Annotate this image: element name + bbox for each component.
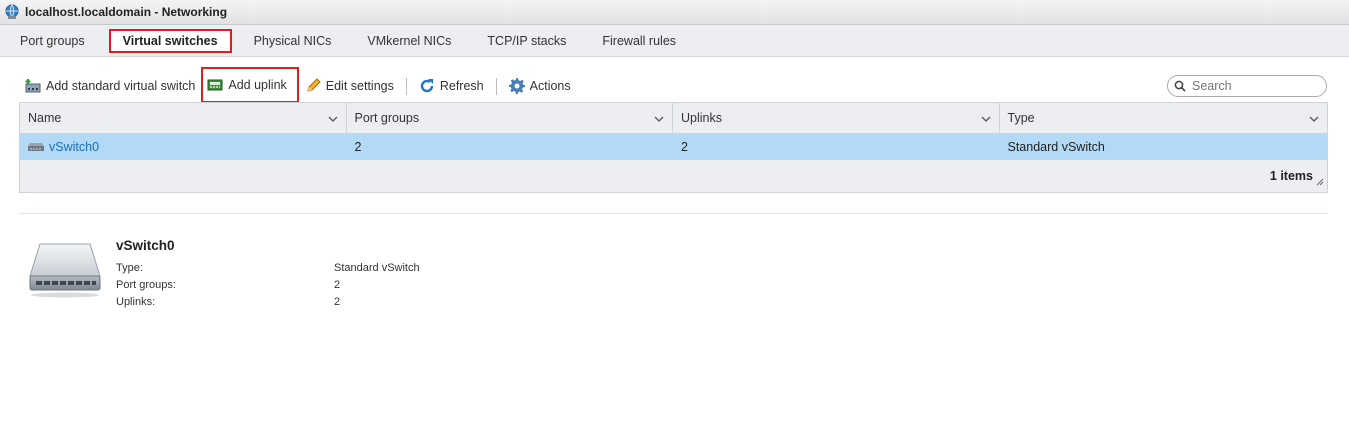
- gear-icon: [508, 78, 525, 94]
- column-header-label: Uplinks: [681, 111, 722, 125]
- chevron-down-icon[interactable]: [654, 111, 664, 125]
- search-input[interactable]: [1190, 78, 1320, 94]
- detail-uplinks-label: Uplinks:: [116, 296, 156, 308]
- add-standard-vswitch-label: Add standard virtual switch: [46, 79, 196, 93]
- resize-handle-icon[interactable]: [1316, 175, 1324, 189]
- add-uplink-button[interactable]: Add uplink: [201, 67, 299, 103]
- search-box[interactable]: [1167, 75, 1327, 97]
- tab-bar: Port groups Virtual switches Physical NI…: [0, 25, 1349, 57]
- toolbar: Add standard virtual switch Add uplink E…: [19, 67, 1329, 103]
- detail-port-groups-value: 2: [334, 279, 341, 291]
- add-switch-icon: [25, 78, 41, 94]
- detail-type-label: Type:: [116, 262, 143, 274]
- section-divider: [19, 213, 1328, 214]
- add-uplink-label: Add uplink: [228, 78, 287, 92]
- detail-title: vSwitch0: [116, 238, 175, 253]
- actions-button[interactable]: Actions: [503, 70, 577, 102]
- table-footer: 1 items: [20, 160, 1327, 192]
- toolbar-separator: [495, 77, 497, 95]
- tab-tcpip-stacks[interactable]: TCP/IP stacks: [469, 25, 584, 56]
- search-icon: [1174, 80, 1186, 92]
- add-uplink-icon: [207, 77, 223, 93]
- refresh-icon: [419, 78, 435, 94]
- table-row[interactable]: vSwitch0 2 2 Standard vSwitch: [20, 134, 1327, 160]
- pencil-icon: [305, 78, 321, 94]
- row-uplinks-cell: 2: [681, 139, 688, 154]
- add-standard-vswitch-button[interactable]: Add standard virtual switch: [19, 70, 201, 102]
- tab-virtual-switches[interactable]: Virtual switches: [108, 29, 232, 53]
- row-port-groups-cell: 2: [354, 139, 362, 154]
- tab-port-groups[interactable]: Port groups: [0, 25, 103, 56]
- detail-type-value: Standard vSwitch: [334, 262, 420, 274]
- globe-network-icon: [4, 4, 20, 20]
- actions-label: Actions: [529, 79, 571, 93]
- column-header-type[interactable]: Type: [1000, 103, 1328, 133]
- row-type-cell: Standard vSwitch: [1007, 139, 1105, 154]
- tab-firewall-rules[interactable]: Firewall rules: [584, 25, 694, 56]
- vswitch-table: Name Port groups Uplinks Type vSwitch0 2…: [19, 102, 1328, 193]
- row-name-link[interactable]: vSwitch0: [49, 140, 99, 154]
- column-header-label: Type: [1007, 111, 1035, 125]
- tab-vmkernel-nics[interactable]: VMkernel NICs: [349, 25, 469, 56]
- chevron-down-icon[interactable]: [328, 111, 338, 125]
- item-count: 1 items: [1269, 169, 1313, 183]
- column-header-label: Name: [28, 111, 62, 125]
- column-header-port-groups[interactable]: Port groups: [347, 103, 673, 133]
- column-header-label: Port groups: [354, 111, 420, 125]
- chevron-down-icon[interactable]: [981, 111, 991, 125]
- table-header: Name Port groups Uplinks Type: [20, 103, 1327, 134]
- detail-port-groups-label: Port groups:: [116, 279, 176, 291]
- chevron-down-icon[interactable]: [1309, 111, 1319, 125]
- refresh-button[interactable]: Refresh: [413, 70, 490, 102]
- row-name-cell[interactable]: vSwitch0: [20, 134, 347, 159]
- tab-physical-nics[interactable]: Physical NICs: [236, 25, 350, 56]
- window-titlebar: localhost.localdomain - Networking: [0, 0, 1349, 25]
- detail-uplinks-value: 2: [334, 296, 341, 308]
- column-header-uplinks[interactable]: Uplinks: [673, 103, 1000, 133]
- column-header-name[interactable]: Name: [20, 103, 347, 133]
- window-title: localhost.localdomain - Networking: [25, 5, 228, 19]
- network-switch-icon: [28, 240, 102, 303]
- edit-settings-label: Edit settings: [325, 79, 394, 93]
- edit-settings-button[interactable]: Edit settings: [299, 70, 400, 102]
- vswitch-icon: [28, 142, 44, 152]
- refresh-label: Refresh: [439, 79, 484, 93]
- toolbar-separator: [405, 77, 407, 95]
